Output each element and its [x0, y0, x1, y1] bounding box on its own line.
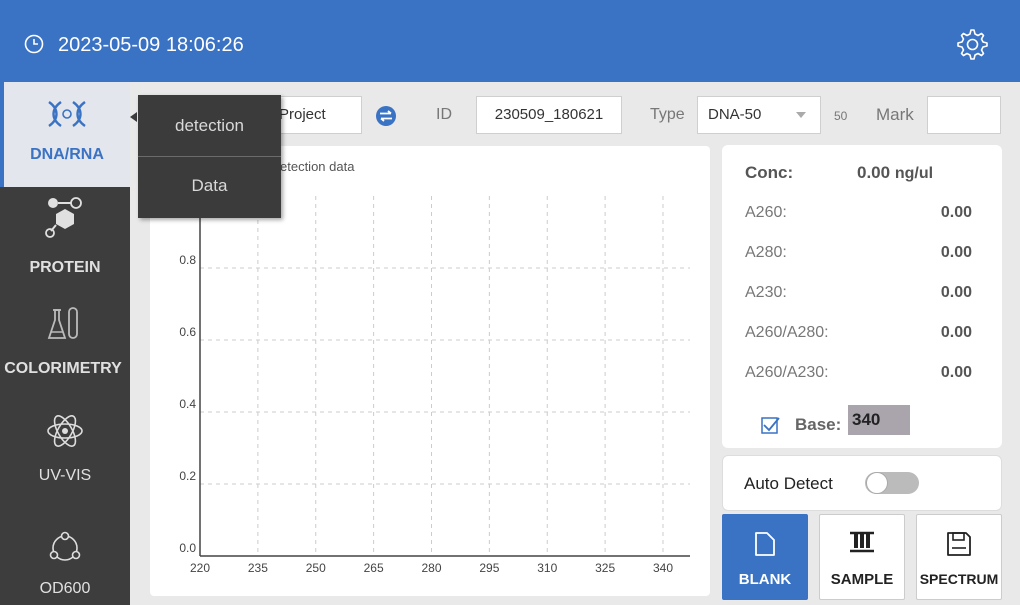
blank-button-label: BLANK: [738, 571, 792, 588]
sidebar-item-label: UV-VIS: [38, 467, 92, 484]
a260-a280-label: A260/A280:: [745, 324, 829, 341]
auto-detect-label: Auto Detect: [744, 474, 833, 493]
a230-value: 0.00: [940, 284, 972, 301]
y-tick-label: 0.8: [179, 253, 196, 267]
dropdown-menu: detection Data: [138, 95, 281, 218]
conc-label: Conc:: [745, 163, 794, 182]
menu-caret: [130, 112, 137, 122]
sidebar-item-label: COLORIMETRY: [4, 360, 122, 377]
a260-a280-value: 0.00: [940, 324, 972, 341]
x-tick-label: 325: [595, 561, 615, 575]
a260-a230-value: 0.00: [940, 364, 972, 381]
header-bar: 2023-05-09 18:06:26: [0, 0, 1020, 82]
id-label: ID: [436, 106, 452, 123]
atom-icon: [47, 415, 83, 447]
a280-value: 0.00: [940, 244, 972, 261]
x-tick-label: 280: [421, 561, 441, 575]
toggle-knob: [866, 472, 888, 494]
sidebar-item-label: DNA/RNA: [30, 146, 104, 163]
sidebar-item-dna-rna[interactable]: DNA/RNA: [0, 82, 130, 187]
sidebar-item-uv-vis[interactable]: UV-VIS: [0, 397, 130, 502]
y-tick-label: 0.4: [179, 397, 196, 411]
molecule-icon: [45, 197, 82, 238]
type-select[interactable]: DNA-50: [697, 96, 821, 134]
datetime: 2023-05-09 18:06:26: [58, 34, 244, 56]
a260-label: A260:: [745, 204, 787, 221]
test-tubes-icon: [850, 531, 874, 553]
x-tick-label: 310: [537, 561, 557, 575]
a280-label: A280:: [745, 244, 787, 261]
sidebar: DNA/RNA PROTEIN COLORIMETRY UV-VIS OD600: [0, 82, 130, 605]
project-field[interactable]: Project: [270, 96, 362, 134]
sidebar-item-label: PROTEIN: [29, 259, 101, 276]
cell-cycle-icon: [49, 531, 81, 561]
type-label: Type: [650, 106, 685, 123]
base-label: Base:: [795, 415, 842, 434]
spectrum-button[interactable]: SPECTRUM: [916, 514, 1002, 600]
file-icon: [755, 532, 775, 556]
base-input[interactable]: 340: [848, 405, 910, 435]
conc-unit: ng/ul: [894, 165, 934, 182]
x-tick-label: 220: [190, 561, 210, 575]
a260-a230-label: A260/A230:: [745, 364, 829, 381]
y-tick-label: 0.2: [179, 469, 196, 483]
x-tick-label: 340: [653, 561, 673, 575]
clock-icon: [24, 34, 44, 54]
conc-value-group: 0.00 ng/ul: [857, 163, 933, 183]
sidebar-item-od600[interactable]: OD600: [0, 502, 130, 605]
conc-value: 0.00: [857, 163, 891, 182]
a230-label: A230:: [745, 284, 787, 301]
x-tick-label: 295: [479, 561, 499, 575]
gear-icon[interactable]: [955, 28, 989, 62]
save-icon: [947, 532, 971, 556]
auto-detect-toggle[interactable]: [865, 472, 919, 494]
menu-item-data[interactable]: Data: [138, 157, 281, 218]
type-factor: 50: [834, 109, 848, 123]
sample-button-label: SAMPLE: [830, 571, 894, 588]
flask-icon: [47, 307, 78, 339]
y-tick-label: 0.6: [179, 325, 196, 339]
chevron-down-icon: [796, 112, 806, 118]
sample-button[interactable]: SAMPLE: [819, 514, 905, 600]
y-tick-label: 0.0: [179, 541, 196, 555]
sidebar-item-protein[interactable]: PROTEIN: [0, 187, 130, 292]
spectrum-button-label: SPECTRUM: [919, 571, 999, 587]
a260-value: 0.00: [940, 204, 972, 221]
swap-icon[interactable]: [375, 105, 397, 127]
mark-field[interactable]: [927, 96, 1001, 134]
menu-item-detection[interactable]: detection: [138, 95, 281, 156]
dna-icon: [48, 101, 86, 127]
mark-label: Mark: [876, 105, 914, 124]
x-tick-label: 235: [248, 561, 268, 575]
id-field[interactable]: 230509_180621: [476, 96, 622, 134]
sidebar-item-colorimetry[interactable]: COLORIMETRY: [0, 292, 130, 397]
blank-button[interactable]: BLANK: [722, 514, 808, 600]
type-select-value: DNA-50: [708, 106, 762, 123]
x-tick-label: 250: [306, 561, 326, 575]
base-checkbox[interactable]: [760, 415, 780, 435]
sidebar-item-label: OD600: [39, 580, 91, 597]
x-tick-label: 265: [364, 561, 384, 575]
